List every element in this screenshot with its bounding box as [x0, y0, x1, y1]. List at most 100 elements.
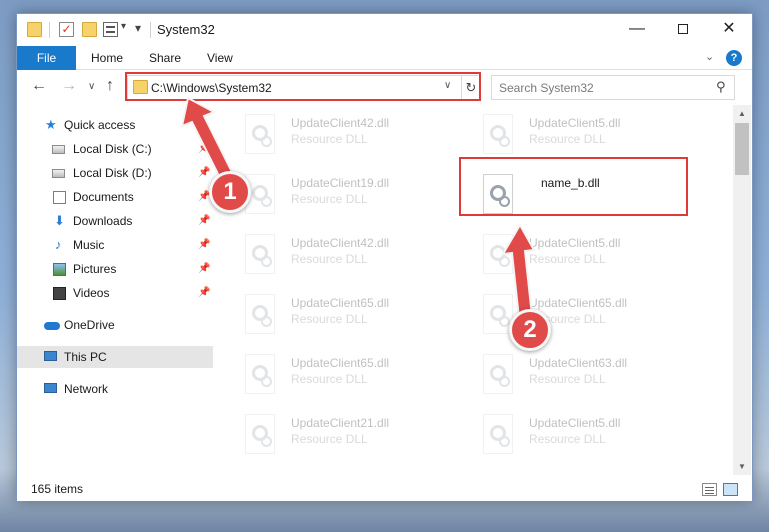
file-type: Resource DLL — [529, 252, 606, 266]
pin-icon: 📌 — [198, 215, 211, 226]
pictures-icon — [53, 263, 66, 276]
file-item[interactable]: UpdateClient19.dll Resource DLL — [241, 174, 461, 218]
tab-home[interactable]: Home — [91, 46, 123, 70]
callout-step-1: 1 — [209, 171, 251, 213]
large-icons-view-icon[interactable] — [723, 483, 738, 496]
back-button[interactable]: ← — [31, 77, 47, 95]
file-highlight-box — [459, 157, 688, 216]
sidebar-item-label: Local Disk (D:) — [73, 166, 152, 180]
file-item[interactable]: UpdateClient65.dll Resource DLL — [241, 294, 461, 338]
file-type: Resource DLL — [291, 372, 368, 386]
scroll-up-icon[interactable]: ▲ — [733, 105, 751, 122]
sidebar-item-label: Network — [64, 382, 109, 396]
search-box[interactable]: Search System32 ⚲ — [491, 75, 735, 100]
scroll-thumb[interactable] — [735, 123, 749, 175]
scroll-down-icon[interactable]: ▼ — [733, 458, 751, 475]
tab-view[interactable]: View — [207, 46, 233, 70]
minimize-button[interactable]: — — [614, 14, 660, 46]
search-icon[interactable]: ⚲ — [716, 79, 726, 95]
sidebar-item-label: OneDrive — [64, 318, 115, 332]
pin-icon: 📌 — [198, 167, 211, 178]
network-icon — [44, 383, 57, 393]
tab-share[interactable]: Share — [149, 46, 181, 70]
file-name: UpdateClient63.dll — [529, 356, 628, 370]
sidebar-item-onedrive[interactable]: OneDrive — [17, 314, 213, 336]
file-type: Resource DLL — [291, 252, 368, 266]
file-name: UpdateClient65.dll — [291, 356, 390, 370]
folder-icon — [27, 22, 42, 37]
callout-step-2: 2 — [509, 309, 551, 351]
sidebar-item-quick-access[interactable]: ★ Quick access — [17, 114, 213, 136]
item-count: 165 items — [31, 482, 84, 496]
sidebar-item-network[interactable]: Network — [17, 378, 213, 400]
qat-caret-icon[interactable]: ▾ — [121, 21, 126, 32]
file-name: UpdateClient65.dll — [529, 296, 628, 310]
file-item[interactable]: UpdateClient63.dll Resource DLL — [479, 354, 699, 398]
disk-icon — [52, 169, 65, 178]
file-type: Resource DLL — [291, 192, 368, 206]
music-icon: ♪ — [55, 237, 62, 252]
maximize-icon — [678, 23, 688, 34]
window-title: System32 — [157, 22, 215, 37]
file-type: Resource DLL — [291, 312, 368, 326]
file-name: UpdateClient5.dll — [529, 236, 621, 250]
sidebar-item-this-pc[interactable]: This PC — [17, 346, 213, 368]
sidebar-item-label: Local Disk (C:) — [73, 142, 152, 156]
file-name: UpdateClient5.dll — [529, 116, 621, 130]
disk-icon — [52, 145, 65, 154]
sidebar-item-videos[interactable]: Videos 📌 — [17, 282, 213, 304]
expand-ribbon-icon[interactable]: ⌄ — [705, 50, 714, 63]
pin-icon: 📌 — [198, 287, 211, 298]
file-name: UpdateClient42.dll — [291, 236, 390, 250]
star-icon: ★ — [45, 117, 57, 132]
customize-qat-icon[interactable]: ▾ — [135, 21, 141, 35]
sidebar-item-label: Music — [73, 238, 105, 252]
file-item[interactable]: UpdateClient42.dll Resource DLL — [241, 234, 461, 278]
sidebar-item-documents[interactable]: Documents 📌 — [17, 186, 213, 208]
maximize-button[interactable] — [660, 14, 706, 46]
divider — [49, 22, 50, 38]
status-bar: 165 items — [17, 477, 752, 501]
dll-file-icon — [241, 114, 279, 156]
view-properties-icon[interactable] — [103, 22, 118, 37]
dll-file-icon — [241, 354, 279, 396]
properties-check-icon[interactable]: ✓ — [59, 22, 74, 37]
sidebar-item-local-disk-d[interactable]: Local Disk (D:) 📌 — [17, 162, 213, 184]
file-item[interactable]: UpdateClient21.dll Resource DLL — [241, 414, 461, 458]
sidebar-item-pictures[interactable]: Pictures 📌 — [17, 258, 213, 280]
sidebar-item-label: Pictures — [73, 262, 117, 276]
vertical-scrollbar[interactable]: ▲ ▼ — [733, 105, 751, 475]
sidebar-item-label: Documents — [73, 190, 134, 204]
close-button[interactable]: ✕ — [706, 14, 752, 46]
file-type: Resource DLL — [529, 432, 606, 446]
pin-icon: 📌 — [198, 263, 211, 274]
dll-file-icon — [241, 414, 279, 456]
ribbon-tabs: File Home Share View ⌄ ? — [17, 46, 752, 70]
file-name: UpdateClient65.dll — [291, 296, 390, 310]
up-button[interactable]: ↑ — [106, 77, 114, 95]
file-item[interactable]: UpdateClient5.dll Resource DLL — [479, 234, 699, 278]
divider — [150, 22, 151, 38]
dll-file-icon — [479, 234, 517, 276]
help-icon[interactable]: ? — [726, 50, 742, 66]
forward-button[interactable]: → — [61, 77, 77, 95]
videos-icon — [53, 287, 66, 300]
sidebar-item-label: Quick access — [64, 118, 136, 132]
search-input[interactable]: Search System32 — [499, 81, 594, 95]
file-item[interactable]: UpdateClient42.dll Resource DLL — [241, 114, 461, 158]
recent-locations-button[interactable]: ∨ — [88, 81, 95, 92]
tab-file[interactable]: File — [17, 46, 76, 70]
sidebar-item-local-disk-c[interactable]: Local Disk (C:) 📌 — [17, 138, 213, 160]
new-folder-icon[interactable] — [82, 22, 97, 37]
sidebar-item-music[interactable]: ♪ Music 📌 — [17, 234, 213, 256]
pin-icon: 📌 — [198, 143, 211, 154]
details-view-icon[interactable] — [702, 483, 717, 496]
file-name: UpdateClient42.dll — [291, 116, 390, 130]
file-item[interactable]: UpdateClient5.dll Resource DLL — [479, 114, 699, 158]
dll-file-icon — [479, 414, 517, 456]
download-icon: ⬇ — [54, 213, 65, 228]
dll-file-icon — [479, 354, 517, 396]
file-item[interactable]: UpdateClient65.dll Resource DLL — [241, 354, 461, 398]
sidebar-item-downloads[interactable]: ⬇ Downloads 📌 — [17, 210, 213, 232]
file-item[interactable]: UpdateClient5.dll Resource DLL — [479, 414, 699, 458]
